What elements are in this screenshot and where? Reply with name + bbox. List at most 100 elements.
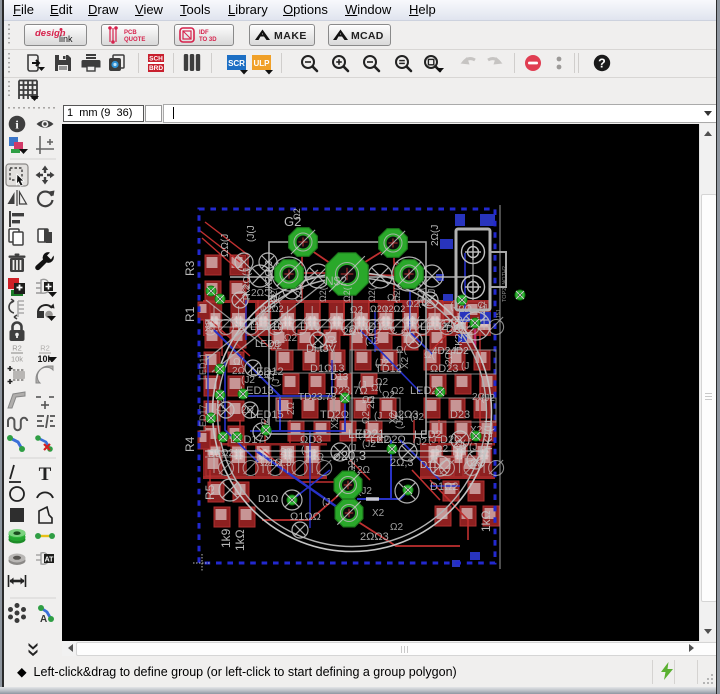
- svg-text:ΩD23: ΩD23: [430, 363, 458, 375]
- svg-text:2Ω: 2Ω: [251, 288, 265, 299]
- svg-text:QUOTE: QUOTE: [124, 37, 145, 43]
- svg-text:R2: R2: [12, 344, 22, 353]
- svg-text:Ω(: Ω(: [401, 328, 412, 339]
- svg-text:D11: D11: [420, 460, 438, 471]
- svg-text:R5: R5: [203, 484, 217, 500]
- svg-text:TK2(U: TK2(U: [483, 420, 495, 452]
- svg-text:R4: R4: [183, 436, 197, 452]
- svg-text:D13: D13: [330, 372, 349, 383]
- svg-text:link: link: [59, 34, 73, 44]
- svg-text:TOP2_NOTH2: TOP2_NOTH2: [502, 266, 508, 302]
- svg-text:Ω1Ω.3: Ω1Ω.3: [260, 457, 292, 469]
- svg-text:(J(J: (J(J: [246, 225, 257, 242]
- svg-text:(J: (J: [322, 497, 330, 508]
- svg-text:BRD: BRD: [149, 65, 163, 72]
- svg-text:MCAD: MCAD: [351, 30, 384, 42]
- svg-text:D1Ω2: D1Ω2: [430, 481, 458, 493]
- svg-text:T: T: [39, 464, 52, 485]
- svg-text:LED10: LED10: [250, 321, 284, 333]
- svg-text:LED11: LED11: [198, 353, 208, 380]
- svg-text:2ΩΩ3: 2ΩΩ3: [360, 531, 389, 543]
- svg-text:10k: 10k: [11, 355, 23, 364]
- svg-text:LED21: LED21: [348, 427, 385, 441]
- svg-text:D2Ω: D2Ω: [440, 434, 462, 446]
- svg-text:R3: R3: [183, 260, 197, 276]
- svg-text:?: ?: [598, 57, 606, 71]
- svg-text:TD23.78: TD23.78: [298, 392, 337, 403]
- svg-text:SCH: SCH: [149, 56, 163, 63]
- svg-text:ΩD12: ΩD12: [360, 321, 388, 333]
- svg-text:4D24D2: 4D24D2: [432, 346, 469, 357]
- svg-text:ULP: ULP: [254, 59, 271, 68]
- svg-text:(J: (J: [301, 445, 309, 456]
- svg-text:ΩD3: ΩD3: [300, 434, 322, 446]
- svg-text:Ω(: Ω(: [371, 383, 382, 394]
- svg-text:⌀20,3: ⌀20,3: [333, 448, 366, 463]
- svg-text:Ω2: Ω2: [292, 208, 302, 220]
- svg-text:2Ω: 2Ω: [311, 452, 325, 463]
- svg-text:PCB: PCB: [124, 30, 137, 36]
- svg-text:(J: (J: [469, 442, 477, 453]
- svg-text:IDF: IDF: [199, 30, 209, 36]
- svg-text:Ω2: Ω2: [350, 305, 363, 316]
- svg-text:Ω2: Ω2: [284, 333, 297, 344]
- svg-text:Ω2: Ω2: [470, 458, 483, 469]
- svg-text:LED12: LED12: [250, 366, 284, 378]
- svg-text:(J: (J: [461, 361, 469, 372]
- svg-text:LED17: LED17: [198, 404, 208, 432]
- svg-text:R2: R2: [40, 344, 50, 353]
- svg-text:Ω2: Ω2: [390, 522, 403, 533]
- svg-text:AT: AT: [45, 557, 55, 564]
- svg-text:1kΩ: 1kΩ: [479, 510, 493, 532]
- svg-text:X2: X2: [372, 508, 385, 519]
- svg-text:15J: 15J: [496, 309, 502, 318]
- svg-text:LED9: LED9: [255, 339, 280, 350]
- svg-text:LED2: LED2: [414, 429, 442, 441]
- svg-text:Ω2: Ω2: [382, 390, 395, 401]
- svg-text:TO 3D: TO 3D: [199, 37, 217, 43]
- svg-text:2Ω: 2Ω: [286, 401, 297, 415]
- svg-text:N$2: N$2: [325, 274, 347, 288]
- svg-text:R1: R1: [183, 306, 197, 322]
- svg-text:Ω2(: Ω2(: [392, 287, 402, 302]
- svg-text:Ω2Ω2: Ω2Ω2: [260, 304, 283, 314]
- svg-text:TK2Ω(J: TK2Ω(J: [242, 268, 253, 302]
- svg-text:2Ω,3: 2Ω,3: [390, 457, 414, 469]
- svg-text:Ω2(: Ω2(: [318, 287, 328, 302]
- svg-text:LED2: LED2: [420, 321, 448, 333]
- svg-text:Ω(: Ω(: [409, 316, 420, 327]
- svg-text:D10: D10: [300, 321, 320, 333]
- svg-text:Ω1ΩΩ: Ω1ΩΩ: [290, 511, 321, 523]
- svg-text:1kΩ: 1kΩ: [233, 529, 247, 551]
- svg-text:Ω2: Ω2: [361, 411, 372, 424]
- svg-text:2Ω: 2Ω: [232, 366, 246, 377]
- svg-text:(J: (J: [230, 450, 241, 458]
- svg-text:D2Ω3: D2Ω3: [390, 409, 418, 421]
- svg-text:(J: (J: [374, 411, 382, 422]
- svg-text:Ω2(: Ω2(: [416, 287, 426, 302]
- svg-text:D23: D23: [450, 409, 470, 421]
- svg-text:2Ω: 2Ω: [343, 327, 357, 338]
- svg-text:Di.t3V: Di.t3V: [306, 343, 337, 355]
- svg-text:SCR: SCR: [228, 59, 245, 68]
- svg-text:TD12: TD12: [375, 363, 402, 375]
- svg-text:LED15: LED15: [250, 409, 284, 421]
- svg-text:D5: D5: [208, 449, 221, 460]
- svg-text:(J: (J: [427, 289, 438, 297]
- svg-text:Ω2Ω2Ω2: Ω2Ω2Ω2: [370, 304, 405, 314]
- svg-text:D1Ω: D1Ω: [258, 494, 279, 505]
- svg-text:2Ω: 2Ω: [366, 395, 377, 409]
- svg-text:ΩΩ(J: ΩΩ(J: [220, 234, 231, 257]
- svg-text:A: A: [40, 614, 47, 625]
- svg-text:X2: X2: [204, 319, 215, 332]
- svg-text:(J: (J: [387, 327, 398, 335]
- svg-text:MAKE: MAKE: [274, 30, 307, 42]
- svg-text:2Ω(J: 2Ω(J: [430, 225, 441, 246]
- svg-text:1k9: 1k9: [219, 528, 233, 548]
- svg-text:Ω2(: Ω2(: [294, 287, 304, 302]
- svg-text:Ω(: Ω(: [396, 345, 407, 356]
- svg-text:TD2Ω: TD2Ω: [320, 409, 349, 421]
- svg-text:Ω2(: Ω2(: [269, 287, 279, 302]
- svg-text:(J2: (J2: [365, 336, 379, 347]
- svg-text:(J2: (J2: [481, 393, 495, 404]
